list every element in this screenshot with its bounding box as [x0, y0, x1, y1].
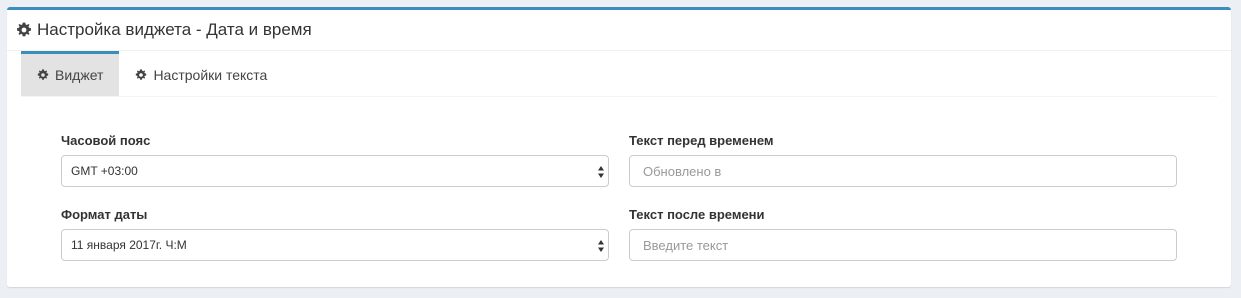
- widget-settings-panel: Настройка виджета - Дата и время Виджет …: [7, 7, 1231, 287]
- timezone-label: Часовой пояс: [61, 133, 151, 148]
- text-after-placeholder: Введите текст: [643, 237, 729, 253]
- sort-arrows-icon: [598, 240, 604, 252]
- gear-icon: [136, 68, 147, 80]
- tab-bar: Виджет Настройки текста: [21, 51, 1217, 97]
- timezone-value: GMT +03:00: [71, 164, 138, 178]
- date-format-label: Формат даты: [61, 207, 148, 222]
- tab-label: Виджет: [55, 67, 104, 83]
- sort-arrows-icon: [598, 166, 604, 178]
- text-after-label: Текст после времени: [629, 207, 765, 222]
- panel-body: Виджет Настройки текста Часовой пояс GMT…: [7, 51, 1231, 277]
- date-format-value: 11 января 2017г. Ч:М: [71, 238, 187, 252]
- text-before-label: Текст перед временем: [629, 133, 774, 148]
- settings-form: Часовой пояс GMT +03:00 Формат даты 11 я…: [21, 97, 1217, 277]
- gear-icon: [37, 69, 49, 80]
- text-before-input[interactable]: Обновлено в: [629, 155, 1177, 187]
- date-format-select[interactable]: 11 января 2017г. Ч:М: [61, 229, 609, 261]
- timezone-select[interactable]: GMT +03:00: [61, 155, 609, 187]
- tab-widget[interactable]: Виджет: [21, 51, 120, 96]
- tab-label: Настройки текста: [153, 66, 268, 83]
- text-after-input[interactable]: Введите текст: [629, 229, 1177, 261]
- panel-title: Настройка виджета - Дата и время: [37, 20, 312, 39]
- panel-header: Настройка виджета - Дата и время: [7, 10, 1231, 51]
- tab-text-settings[interactable]: Настройки текста: [119, 51, 283, 95]
- gear-icon: [17, 22, 31, 37]
- text-before-placeholder: Обновлено в: [643, 163, 722, 179]
